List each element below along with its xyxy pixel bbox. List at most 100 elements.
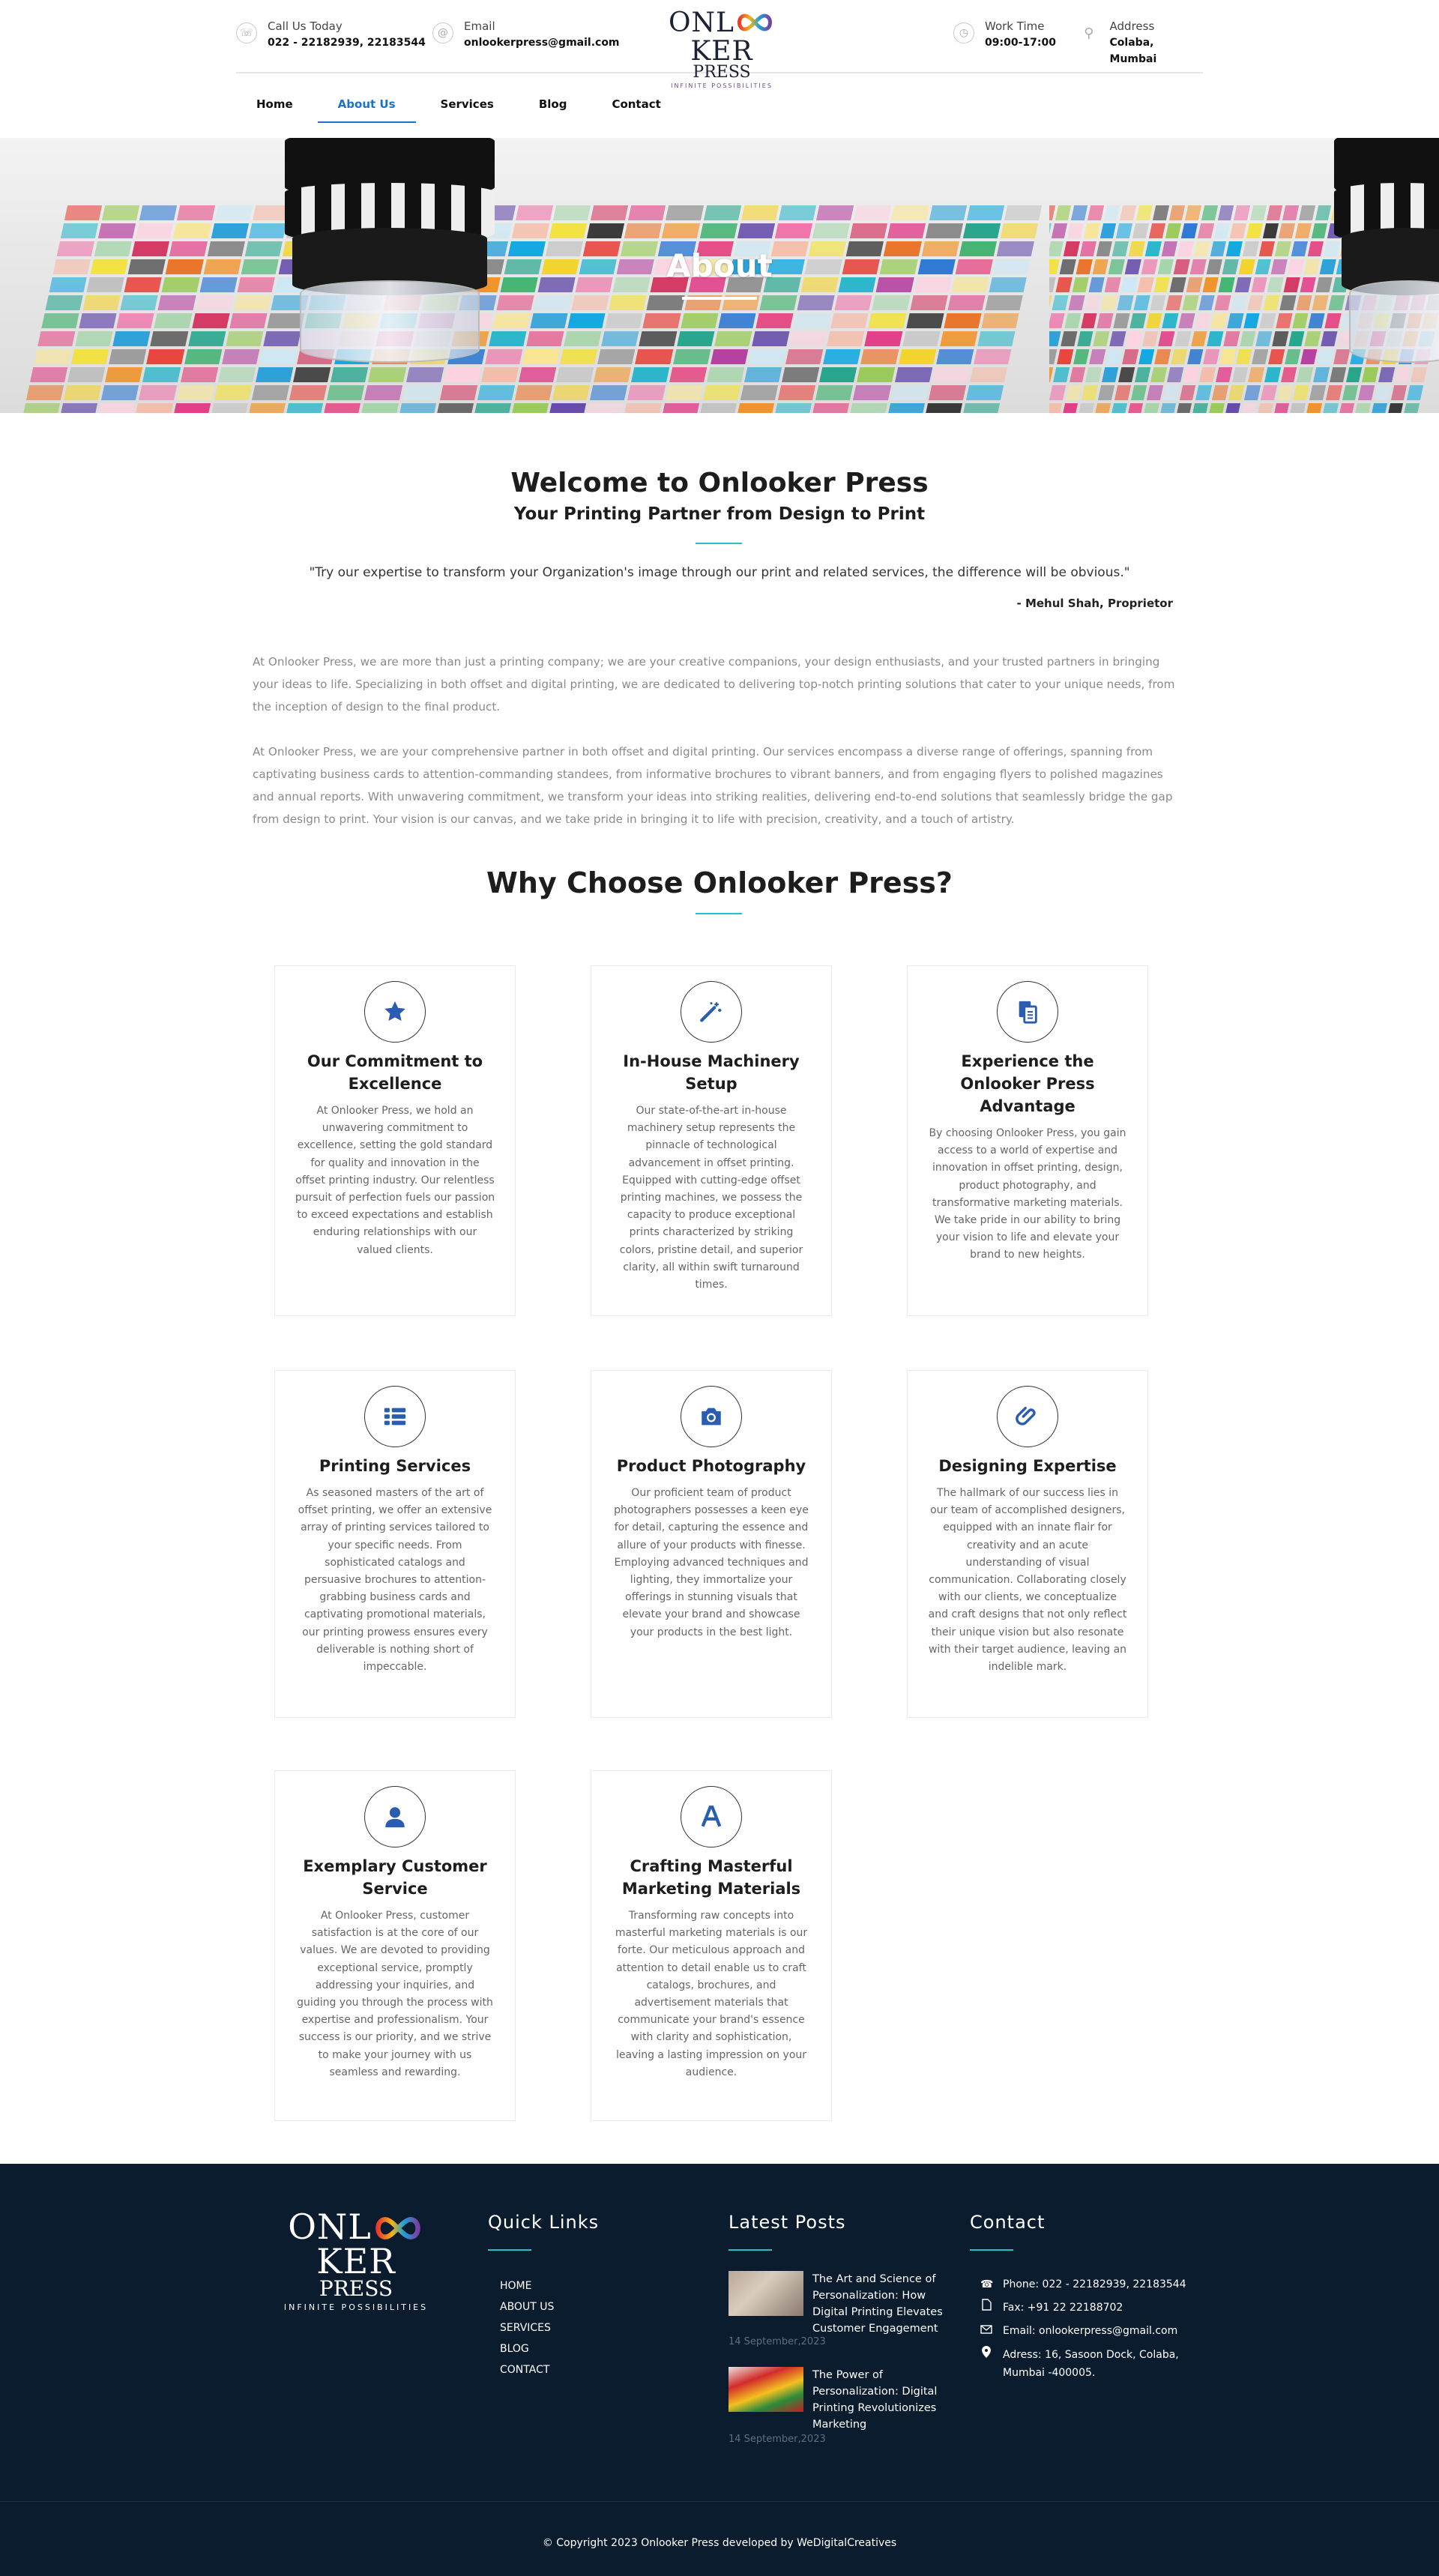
color-swatch [157, 295, 196, 310]
color-swatch [676, 331, 715, 346]
color-swatch [1308, 313, 1325, 328]
footer [0, 2164, 1439, 2576]
color-swatch [331, 367, 369, 382]
header-logo[interactable]: ONLKER PRESS INFINITE POSSIBILITIES [654, 9, 789, 89]
color-swatch [759, 295, 797, 310]
top-bar: ☏ Call Us Today 022 - 22182939, 22183544… [236, 0, 1203, 89]
color-swatch [789, 331, 827, 346]
color-swatch [1053, 367, 1070, 382]
nav-home[interactable]: Home [236, 88, 313, 123]
color-swatch [1186, 349, 1204, 364]
color-swatch [929, 205, 967, 220]
color-swatch [214, 385, 253, 400]
color-swatch [97, 223, 136, 238]
color-swatch [1129, 313, 1147, 328]
color-swatch [552, 385, 591, 400]
color-swatch [1407, 385, 1424, 400]
nav-blog[interactable]: Blog [519, 88, 588, 123]
color-swatch [973, 349, 1012, 364]
post-date: 14 September,2023 [728, 2434, 826, 2445]
color-swatch [1057, 349, 1074, 364]
post-title[interactable]: The Power of Personalization: Digital Pr… [812, 2367, 949, 2433]
color-swatch [1246, 223, 1263, 238]
color-swatch [1279, 223, 1296, 238]
color-swatch [1078, 403, 1095, 413]
color-swatch [492, 313, 531, 328]
email-value[interactable]: onlookerpress@gmail.com [464, 34, 620, 51]
color-swatch [1315, 205, 1332, 220]
card-title: Experience the Onlooker Press Advantage [960, 1052, 1095, 1115]
color-swatch [1168, 205, 1186, 220]
color-swatch [699, 403, 737, 413]
footer-link-home[interactable]: HOME [500, 2275, 554, 2296]
color-swatch [25, 385, 64, 400]
color-swatch [41, 313, 79, 328]
color-swatch [1116, 223, 1133, 238]
card-photography: Product Photography Our proficient team … [591, 1370, 832, 1718]
color-swatch [1252, 349, 1269, 364]
color-swatch [1390, 385, 1408, 400]
color-swatch [890, 385, 929, 400]
call-info: ☏ Call Us Today 022 - 22182939, 22183544 [236, 18, 426, 51]
footer-link-blog[interactable]: BLOG [500, 2338, 554, 2359]
post-thumbnail[interactable] [728, 2367, 803, 2412]
welcome-underline [696, 543, 742, 544]
color-swatch [1311, 223, 1328, 238]
color-swatch [285, 403, 324, 413]
color-swatch [665, 385, 703, 400]
color-swatch [477, 385, 516, 400]
color-swatch [154, 313, 193, 328]
card-text: Our proficient team of product photograp… [614, 1487, 809, 1638]
color-swatch [210, 403, 248, 413]
footer-link-about[interactable]: ABOUT US [500, 2296, 554, 2317]
color-swatch [184, 349, 223, 364]
contact-address: Adress: 16, Sasoon Dock, Colaba, Mumbai … [980, 2346, 1190, 2382]
nav-contact[interactable]: Contact [591, 88, 681, 123]
color-swatch [1247, 295, 1264, 310]
color-swatch [233, 295, 271, 310]
nav-services[interactable]: Services [420, 88, 514, 123]
footer-link-contact[interactable]: CONTACT [500, 2359, 554, 2380]
footer-link-services[interactable]: SERVICES [500, 2317, 554, 2338]
color-swatch [1113, 313, 1130, 328]
footer-logo[interactable]: ONLKER PRESS INFINITE POSSIBILITIES [262, 2209, 450, 2312]
nav-about-us[interactable]: About Us [317, 88, 416, 123]
latest-post-2[interactable]: The Power of Personalization: Digital Pr… [728, 2367, 949, 2433]
post-title[interactable]: The Art and Science of Personalization: … [812, 2271, 949, 2337]
color-swatch [1403, 403, 1420, 413]
color-swatch [1120, 205, 1137, 220]
color-swatch [1256, 403, 1273, 413]
color-swatch [1073, 349, 1090, 364]
color-swatch [1324, 313, 1342, 328]
card-title: Product Photography [616, 1457, 806, 1475]
color-swatch [985, 295, 1023, 310]
page: ☏ Call Us Today 022 - 22182939, 22183544… [0, 0, 1439, 2576]
color-swatch [1309, 385, 1327, 400]
color-swatch [703, 205, 741, 220]
color-swatch [1260, 385, 1277, 400]
color-swatch [187, 331, 226, 346]
phone-icon: ☎ [980, 2278, 994, 2290]
color-swatch [1134, 367, 1151, 382]
color-swatch [34, 349, 72, 364]
contact-email-text[interactable]: Email: onlookerpress@gmail.com [1003, 2322, 1177, 2340]
color-swatch [1370, 403, 1387, 413]
latest-posts-underline [728, 2249, 772, 2251]
color-swatch [793, 313, 831, 328]
color-swatch [64, 385, 102, 400]
contact-title: Contact [970, 2212, 1046, 2233]
work-info: ◷ Work Time 09:00-17:00 [953, 18, 1056, 51]
color-swatch [1276, 313, 1293, 328]
color-swatch [1354, 403, 1371, 413]
color-swatch [473, 403, 512, 413]
post-thumbnail[interactable] [728, 2271, 803, 2316]
color-swatch [37, 331, 76, 346]
color-swatch [1158, 331, 1175, 346]
color-swatch [737, 223, 776, 238]
color-swatch [522, 349, 561, 364]
call-value[interactable]: 022 - 22182939, 22183544 [268, 34, 426, 51]
latest-post-1[interactable]: The Art and Science of Personalization: … [728, 2271, 949, 2337]
color-swatch [924, 403, 962, 413]
color-swatch [1329, 367, 1346, 382]
color-swatch [1312, 295, 1329, 310]
